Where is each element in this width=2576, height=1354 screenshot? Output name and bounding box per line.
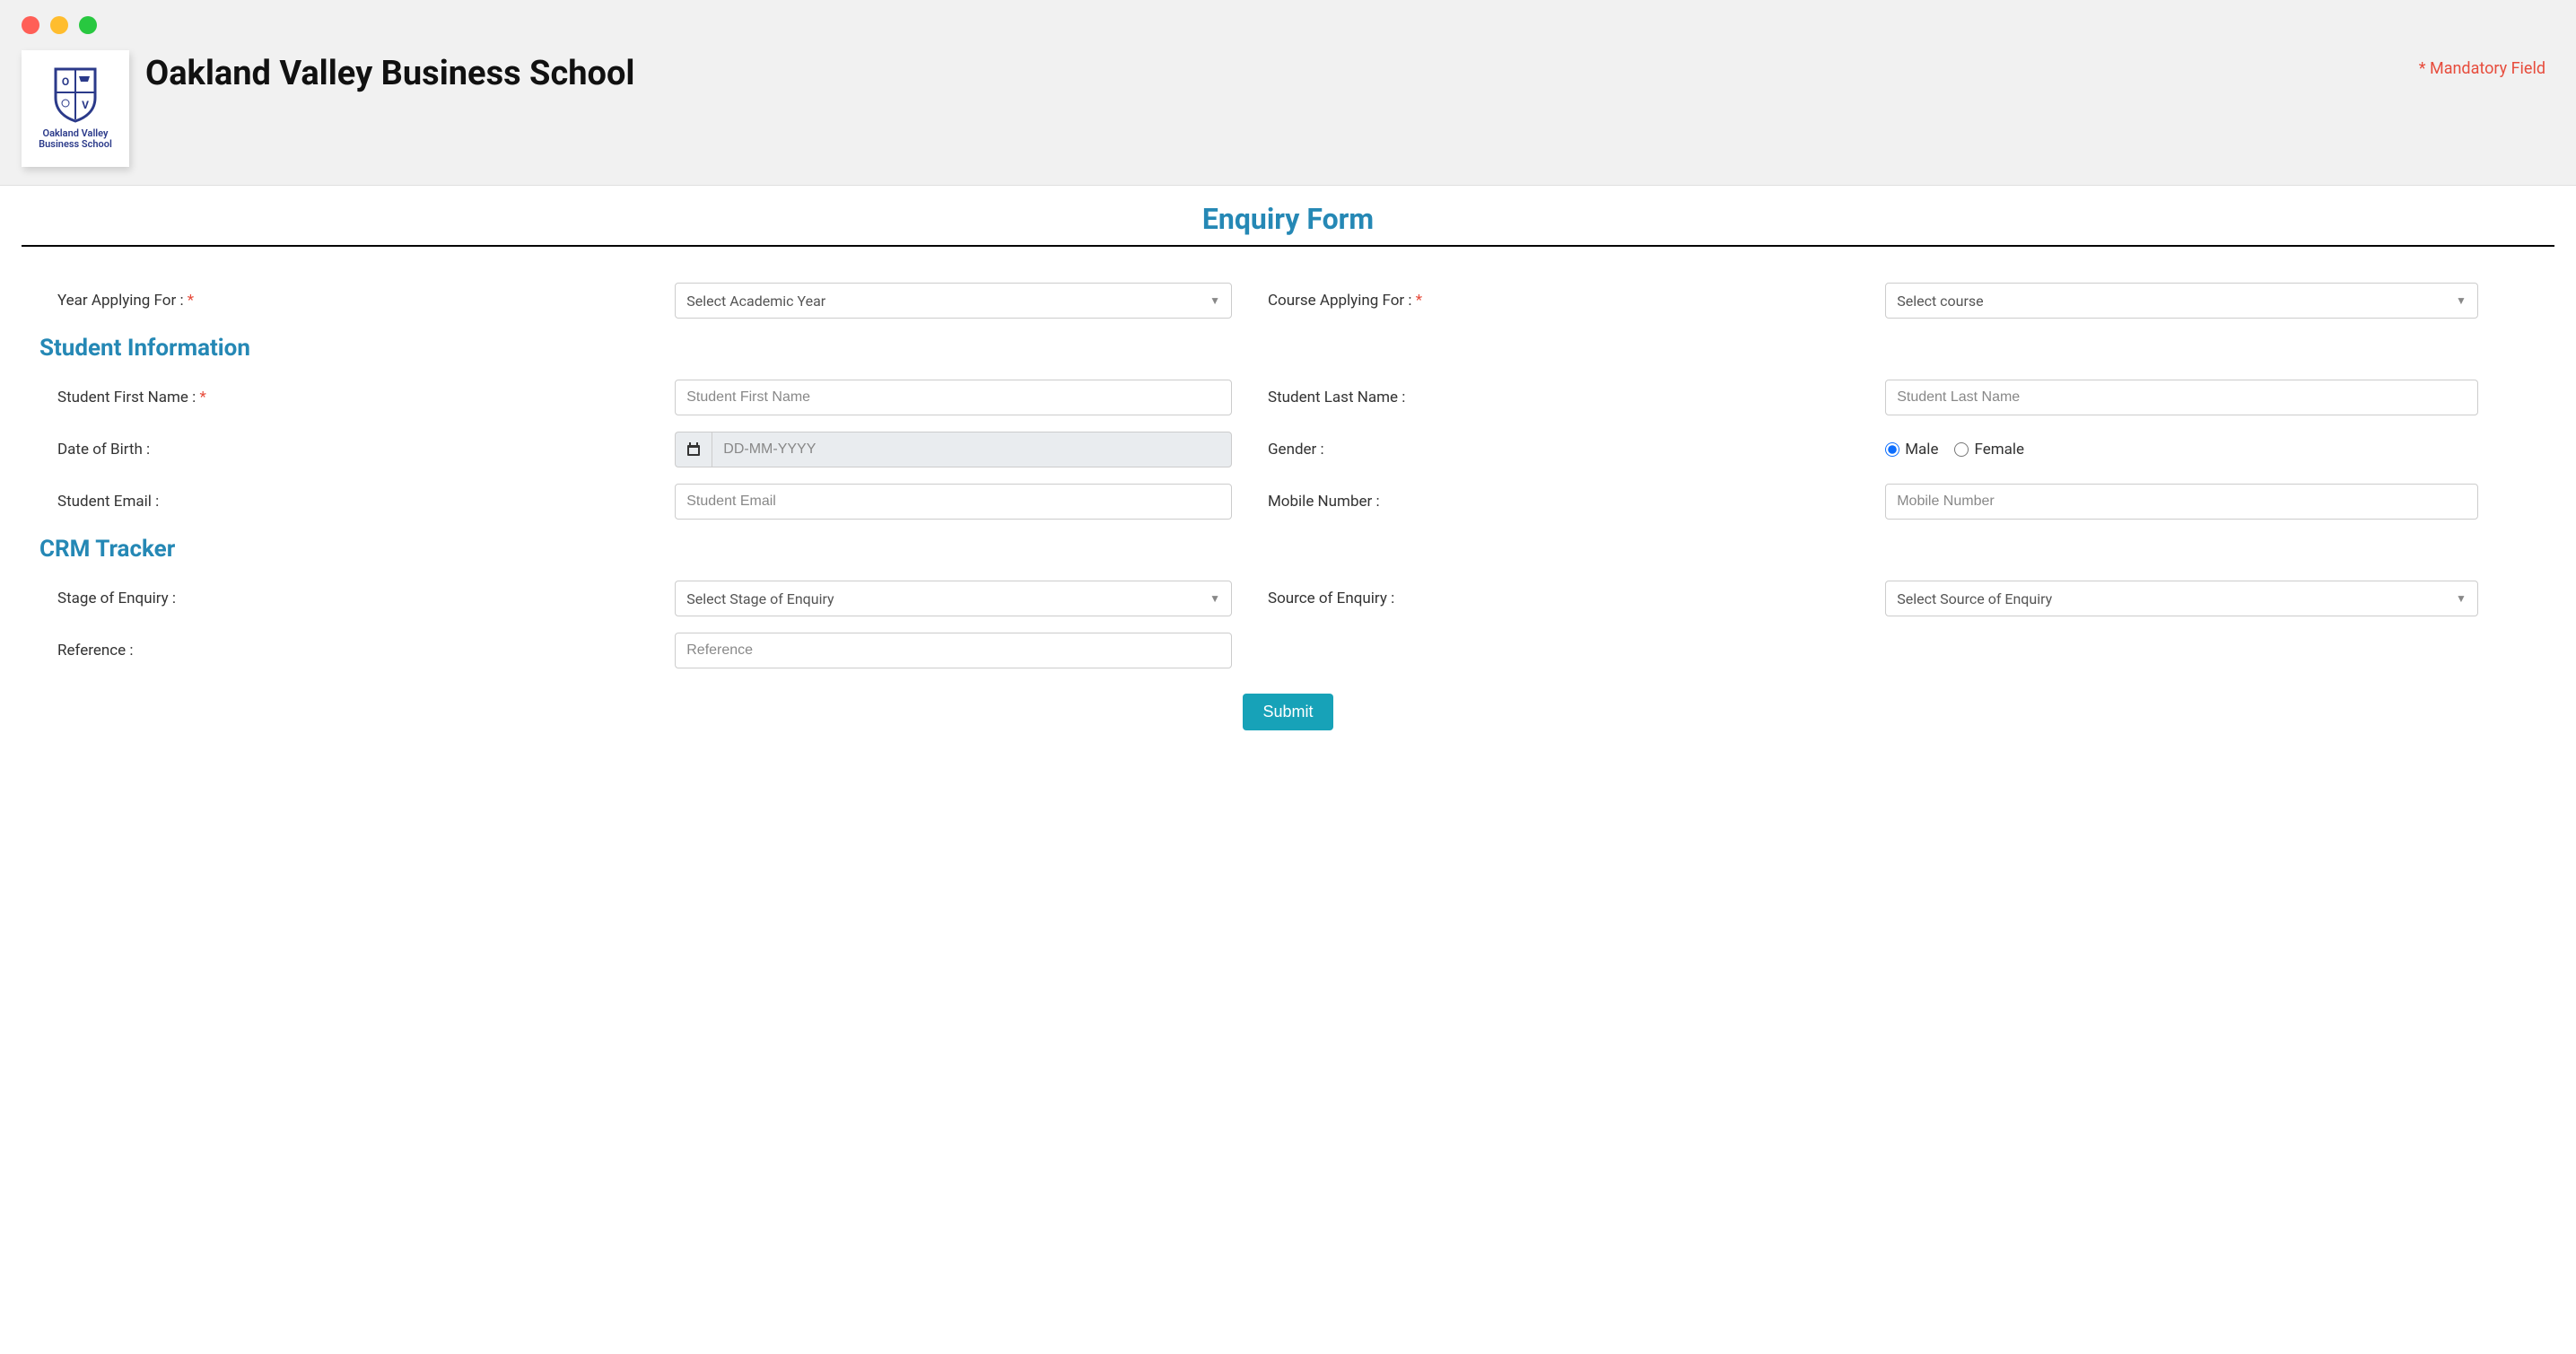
chevron-down-icon: ▼ — [2456, 294, 2467, 307]
year-applying-label: Year Applying For : * — [57, 292, 675, 310]
calendar-icon[interactable] — [675, 432, 712, 467]
svg-text:O: O — [62, 75, 69, 88]
chevron-down-icon: ▼ — [2456, 592, 2467, 605]
course-applying-select[interactable]: Select course ▼ — [1885, 283, 2478, 319]
reference-label: Reference : — [57, 642, 675, 660]
page-header: O V Oakland Valley Business School Oakla… — [0, 50, 2576, 186]
source-enquiry-label: Source of Enquiry : — [1268, 590, 1885, 607]
title-divider — [22, 245, 2554, 247]
last-name-label: Student Last Name : — [1268, 389, 1885, 406]
stage-enquiry-label: Stage of Enquiry : — [57, 590, 675, 607]
page-title: Oakland Valley Business School — [145, 54, 635, 93]
minimize-window-button[interactable] — [50, 16, 68, 34]
maximize-window-button[interactable] — [79, 16, 97, 34]
dob-label: Date of Birth : — [57, 441, 675, 459]
gender-male-radio[interactable]: Male — [1885, 441, 1938, 459]
form-title: Enquiry Form — [22, 186, 2554, 245]
source-enquiry-select[interactable]: Select Source of Enquiry ▼ — [1885, 581, 2478, 616]
email-input[interactable] — [675, 484, 1232, 520]
logo-text: Oakland Valley Business School — [39, 128, 112, 150]
mobile-input[interactable] — [1885, 484, 2478, 520]
chevron-down-icon: ▼ — [1209, 294, 1220, 307]
first-name-label: Student First Name : * — [57, 389, 675, 406]
year-applying-select[interactable]: Select Academic Year ▼ — [675, 283, 1232, 319]
last-name-input[interactable] — [1885, 380, 2478, 415]
window-chrome — [0, 0, 2576, 50]
dob-input[interactable] — [712, 432, 1232, 467]
reference-input[interactable] — [675, 633, 1232, 668]
shield-icon: O V — [52, 67, 99, 123]
gender-female-radio[interactable]: Female — [1954, 441, 2024, 459]
stage-enquiry-select[interactable]: Select Stage of Enquiry ▼ — [675, 581, 1232, 616]
mobile-label: Mobile Number : — [1268, 493, 1885, 511]
chevron-down-icon: ▼ — [1209, 592, 1220, 605]
school-logo: O V Oakland Valley Business School — [22, 50, 129, 167]
student-section-title: Student Information — [22, 335, 2554, 362]
email-label: Student Email : — [57, 493, 675, 511]
submit-button[interactable]: Submit — [1243, 694, 1332, 730]
crm-section-title: CRM Tracker — [22, 536, 2554, 563]
mandatory-note: * Mandatory Field — [2419, 59, 2545, 78]
gender-label: Gender : — [1268, 441, 1885, 459]
first-name-input[interactable] — [675, 380, 1232, 415]
close-window-button[interactable] — [22, 16, 39, 34]
svg-text:V: V — [82, 99, 89, 111]
form-content: Enquiry Form Year Applying For : * Selec… — [0, 186, 2576, 766]
course-applying-label: Course Applying For : * — [1268, 292, 1885, 310]
